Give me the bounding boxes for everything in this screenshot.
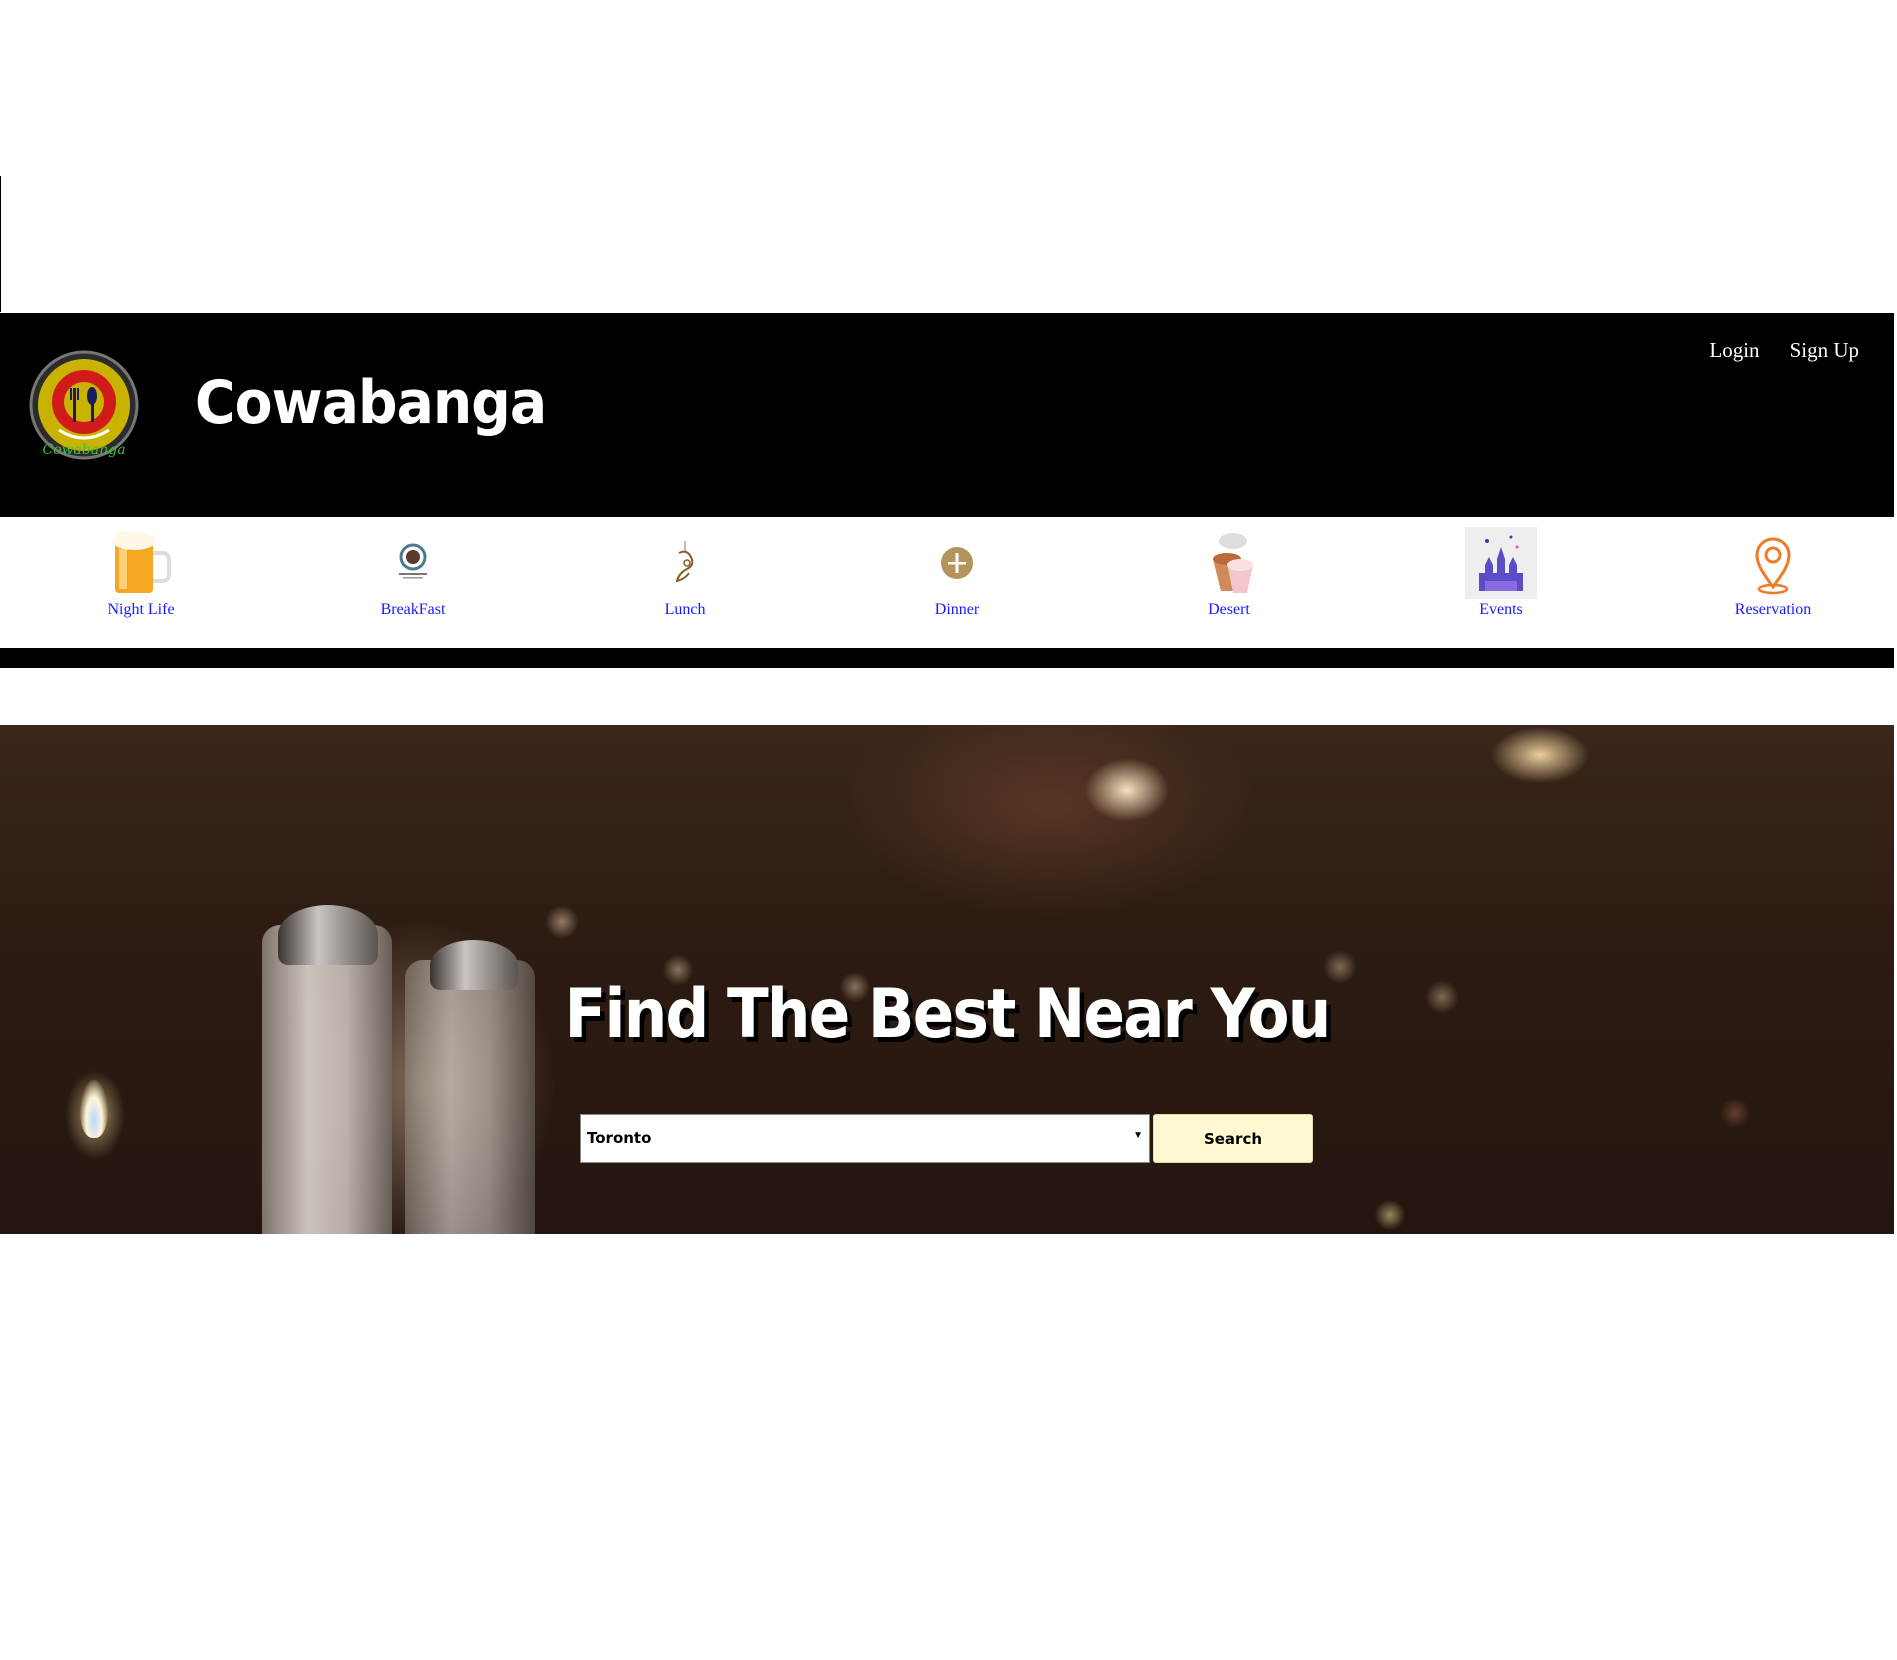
category-reservation[interactable]: Reservation — [1703, 527, 1843, 619]
category-breakfast[interactable]: BreakFast — [343, 527, 483, 619]
site-header: Cowabanga Cowabanga Login Sign Up — [0, 313, 1894, 517]
plate-icon — [921, 527, 993, 599]
nav-divider-bar — [0, 648, 1894, 668]
logo-emblem-icon: Cowabanga — [29, 350, 139, 460]
location-pin-icon — [1737, 527, 1809, 599]
category-dinner[interactable]: Dinner — [887, 527, 1027, 619]
category-label: Dinner — [934, 601, 980, 618]
signup-link[interactable]: Sign Up — [1790, 338, 1859, 363]
auth-links: Login Sign Up — [1709, 338, 1859, 363]
city-select-value: Toronto — [587, 1129, 652, 1147]
category-label: Events — [1479, 601, 1523, 618]
category-events[interactable]: Events — [1431, 527, 1571, 619]
coffee-cup-icon — [377, 527, 449, 599]
login-link[interactable]: Login — [1709, 338, 1759, 363]
category-label: Desert — [1208, 601, 1250, 618]
hero-banner: Find The Best Near You Toronto ▼ Search — [0, 725, 1894, 1234]
search-form: Toronto ▼ Search — [580, 1114, 1313, 1163]
text-cursor — [0, 176, 1, 312]
category-label: Reservation — [1734, 601, 1812, 618]
category-label: Night Life — [107, 601, 175, 618]
site-title: Cowabanga — [195, 368, 547, 438]
city-select[interactable]: Toronto ▼ — [580, 1114, 1150, 1163]
category-desert[interactable]: Desert — [1159, 527, 1299, 619]
search-button[interactable]: Search — [1153, 1114, 1313, 1163]
category-nav: Night Life BreakFast Lunch Dinner Desert… — [0, 517, 1894, 647]
logo-text: Cowabanga — [42, 442, 125, 458]
beer-mug-icon — [105, 527, 177, 599]
category-lunch[interactable]: Lunch — [615, 527, 755, 619]
brand-logo[interactable]: Cowabanga — [29, 350, 139, 460]
salt-shaker-icon — [262, 925, 392, 1234]
castle-icon — [1465, 527, 1537, 599]
dropdown-arrow-icon: ▼ — [1133, 1130, 1143, 1141]
lunch-icon — [649, 527, 721, 599]
category-night-life[interactable]: Night Life — [71, 527, 211, 619]
hero-title: Find The Best Near You — [564, 975, 1332, 1054]
category-label: Lunch — [664, 601, 706, 618]
category-label: BreakFast — [380, 601, 446, 618]
candle-flame-icon — [80, 1080, 108, 1138]
ice-cream-cups-icon — [1193, 527, 1265, 599]
shaker-cap-icon — [278, 905, 378, 965]
